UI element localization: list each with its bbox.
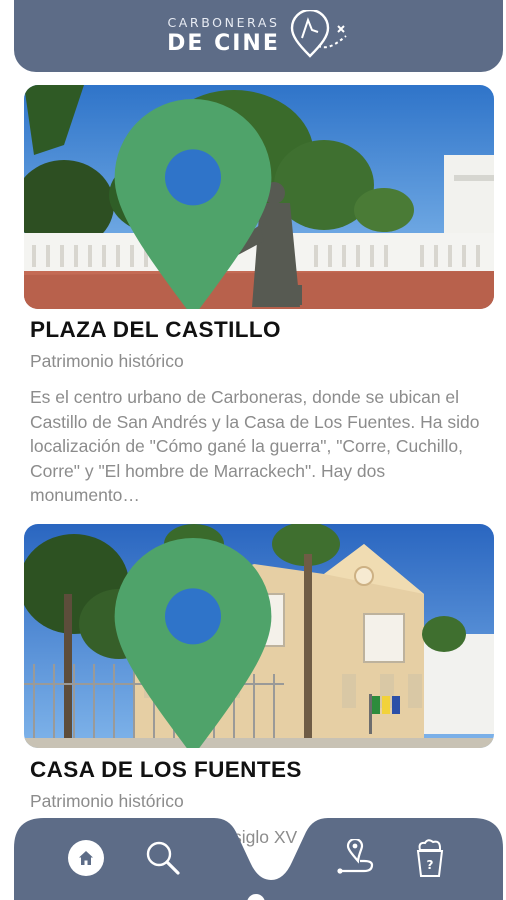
place-category: Patrimonio histórico	[30, 791, 184, 811]
tab-cinema-quiz[interactable]: ?	[408, 836, 452, 880]
bottom-tab-bar: ?	[14, 818, 503, 900]
logo-top-text: CARBONERAS	[167, 15, 280, 31]
home-icon	[79, 851, 93, 865]
place-photo[interactable]	[24, 85, 494, 309]
map-pin-icon[interactable]	[24, 99, 428, 309]
route-icon	[337, 839, 374, 874]
app-logo[interactable]: CARBONERAS DE CINE	[167, 10, 350, 62]
place-description: Es el centro urbano de Carboneras, donde…	[30, 387, 480, 505]
logo-main-text: DE CINE	[167, 30, 280, 56]
cinema-quiz-icon: ?	[416, 839, 444, 877]
map-pin-icon[interactable]	[24, 538, 428, 748]
place-title[interactable]: CASA DE LOS FUENTES	[30, 757, 302, 783]
app-header: CARBONERAS DE CINE	[14, 0, 503, 72]
tab-route[interactable]	[334, 836, 378, 880]
place-category: Patrimonio histórico	[30, 351, 184, 371]
svg-text:?: ?	[427, 858, 434, 872]
place-title[interactable]: PLAZA DEL CASTILLO	[30, 317, 281, 343]
tab-home[interactable]	[64, 836, 108, 880]
logo-pin-icon	[290, 10, 347, 58]
tab-search[interactable]	[141, 836, 185, 880]
search-icon	[146, 841, 180, 875]
place-photo[interactable]	[24, 524, 494, 748]
